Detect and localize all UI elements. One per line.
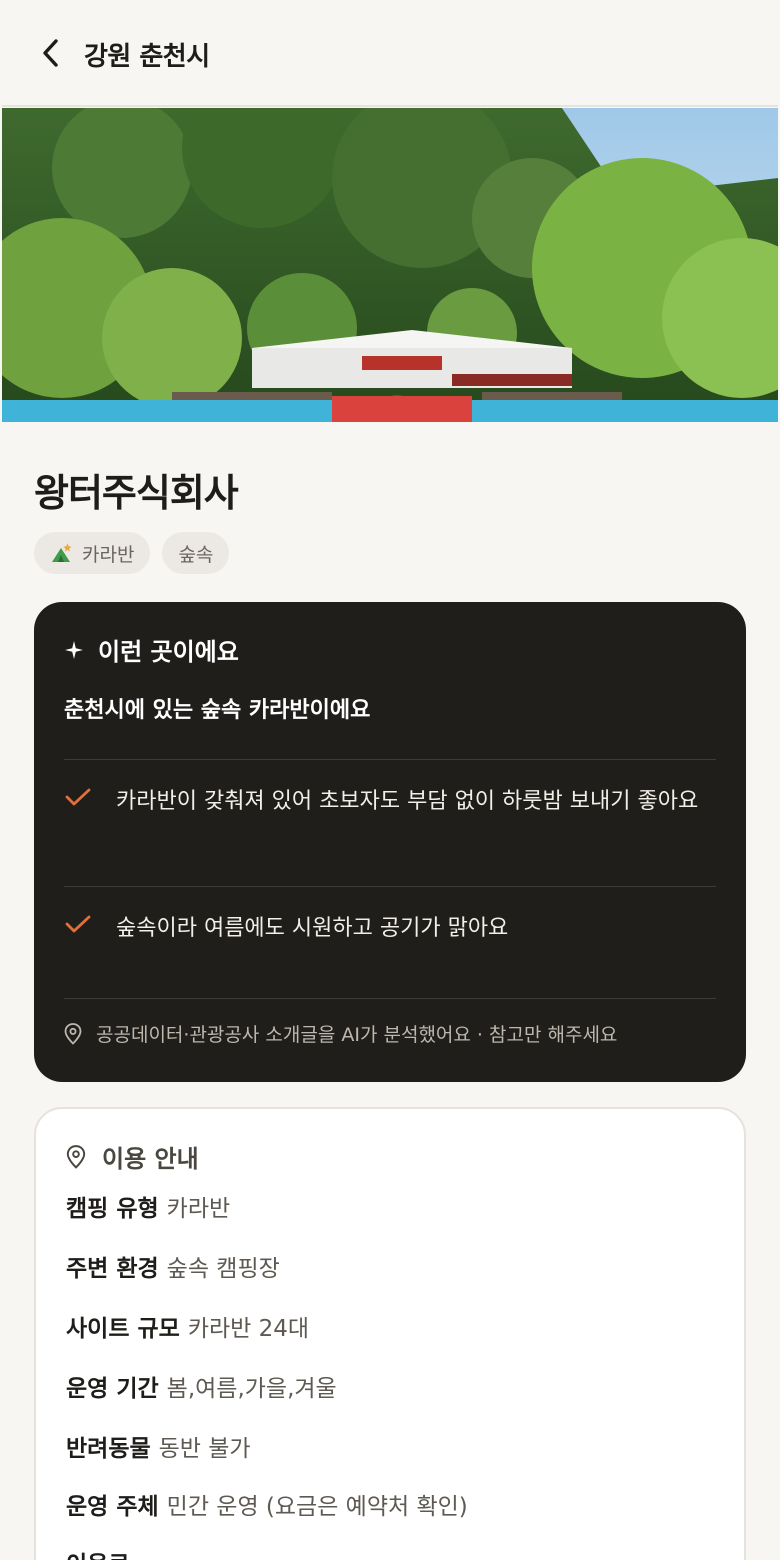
- info-row-season: 운영 기간 봄,여름,가을,겨울: [66, 1369, 337, 1403]
- tag-forest-label: 숲속: [178, 543, 214, 566]
- info-value: 민간 운영 (요금은 예약처 확인): [166, 1494, 468, 1520]
- location-pin-icon: [64, 1022, 82, 1045]
- divider: [64, 998, 716, 999]
- info-row-site-size: 사이트 규모 카라반 24대: [66, 1309, 309, 1343]
- tag-caravan-label: 카라반: [82, 543, 135, 566]
- info-row-operator: 운영 주체 민간 운영 (요금은 예약처 확인): [66, 1487, 468, 1521]
- sparkle-icon: [65, 640, 83, 659]
- info-value: 봄,여름,가을,겨울: [166, 1376, 337, 1402]
- info-key: 캠핑 유형: [66, 1196, 159, 1222]
- info-key: 사이트 규모: [66, 1316, 180, 1342]
- region-title: 강원 춘천시: [84, 42, 210, 72]
- usage-info-heading: 이용 안내: [102, 1145, 199, 1173]
- info-row-fee: 이용료: [66, 1545, 137, 1560]
- tag-list: 카라반 숲속: [34, 532, 230, 574]
- info-key: 운영 기간: [66, 1376, 159, 1402]
- location-pin-icon: [66, 1144, 86, 1169]
- info-value: 카라반 24대: [187, 1316, 310, 1342]
- divider: [64, 886, 716, 887]
- ai-summary-card: 이런 곳이에요 춘천시에 있는 숲속 카라반이에요 카라반이 갖춰져 있어 초보…: [34, 602, 746, 1082]
- ai-card-header: 이런 곳이에요: [64, 632, 239, 667]
- back-button[interactable]: [36, 38, 66, 68]
- info-key: 주변 환경: [66, 1256, 159, 1282]
- info-row-pets: 반려동물 동반 불가: [66, 1429, 251, 1463]
- top-bar: 강원 춘천시: [2, 0, 778, 107]
- tag-caravan[interactable]: 카라반: [34, 532, 151, 574]
- app-screen: 강원 춘천시 왕터주식회사 카라반 숲속 이런 곳이에요 춘천시에 있는 숲속 …: [2, 0, 778, 1560]
- ai-point-item: 숲속이라 여름에도 시원하고 공기가 맑아요: [64, 909, 716, 949]
- ai-card-summary: 춘천시에 있는 숲속 카라반이에요: [64, 698, 371, 723]
- usage-info-header: 이용 안내: [66, 1139, 199, 1174]
- info-key: 운영 주체: [66, 1494, 159, 1520]
- campsite-name: 왕터주식회사: [34, 471, 239, 515]
- ai-disclaimer-text: 공공데이터·관광공사 소개글을 AI가 분석했어요 · 참고만 해주세요: [96, 1024, 618, 1046]
- ai-point-item: 카라반이 갖춰져 있어 초보자도 부담 없이 하룻밤 보내기 좋아요: [64, 782, 716, 822]
- ai-point-text: 카라반이 갖춰져 있어 초보자도 부담 없이 하룻밤 보내기 좋아요: [116, 789, 699, 814]
- info-row-camp-type: 캠핑 유형 카라반: [66, 1189, 230, 1223]
- camp-tent-icon: [52, 543, 72, 562]
- info-row-environment: 주변 환경 숲속 캠핑장: [66, 1249, 280, 1283]
- ai-point-text: 숲속이라 여름에도 시원하고 공기가 맑아요: [116, 916, 509, 941]
- info-value: 동반 불가: [158, 1436, 251, 1462]
- info-key: 반려동물: [66, 1436, 151, 1462]
- check-icon: [65, 788, 91, 806]
- campsite-photo: [2, 108, 778, 422]
- chevron-left-icon: [43, 39, 58, 67]
- usage-info-card: 이용 안내 캠핑 유형 카라반 주변 환경 숲속 캠핑장 사이트 규모 카라반 24대…: [34, 1107, 746, 1560]
- check-icon: [65, 915, 91, 933]
- tag-forest[interactable]: 숲속: [162, 532, 230, 574]
- info-key: 이용료: [66, 1552, 129, 1560]
- info-value: 카라반: [166, 1196, 231, 1222]
- info-value: 숲속 캠핑장: [166, 1256, 280, 1282]
- ai-card-heading: 이런 곳이에요: [98, 638, 239, 666]
- ai-disclaimer: 공공데이터·관광공사 소개글을 AI가 분석했어요 · 참고만 해주세요: [64, 1020, 617, 1047]
- divider: [64, 759, 716, 760]
